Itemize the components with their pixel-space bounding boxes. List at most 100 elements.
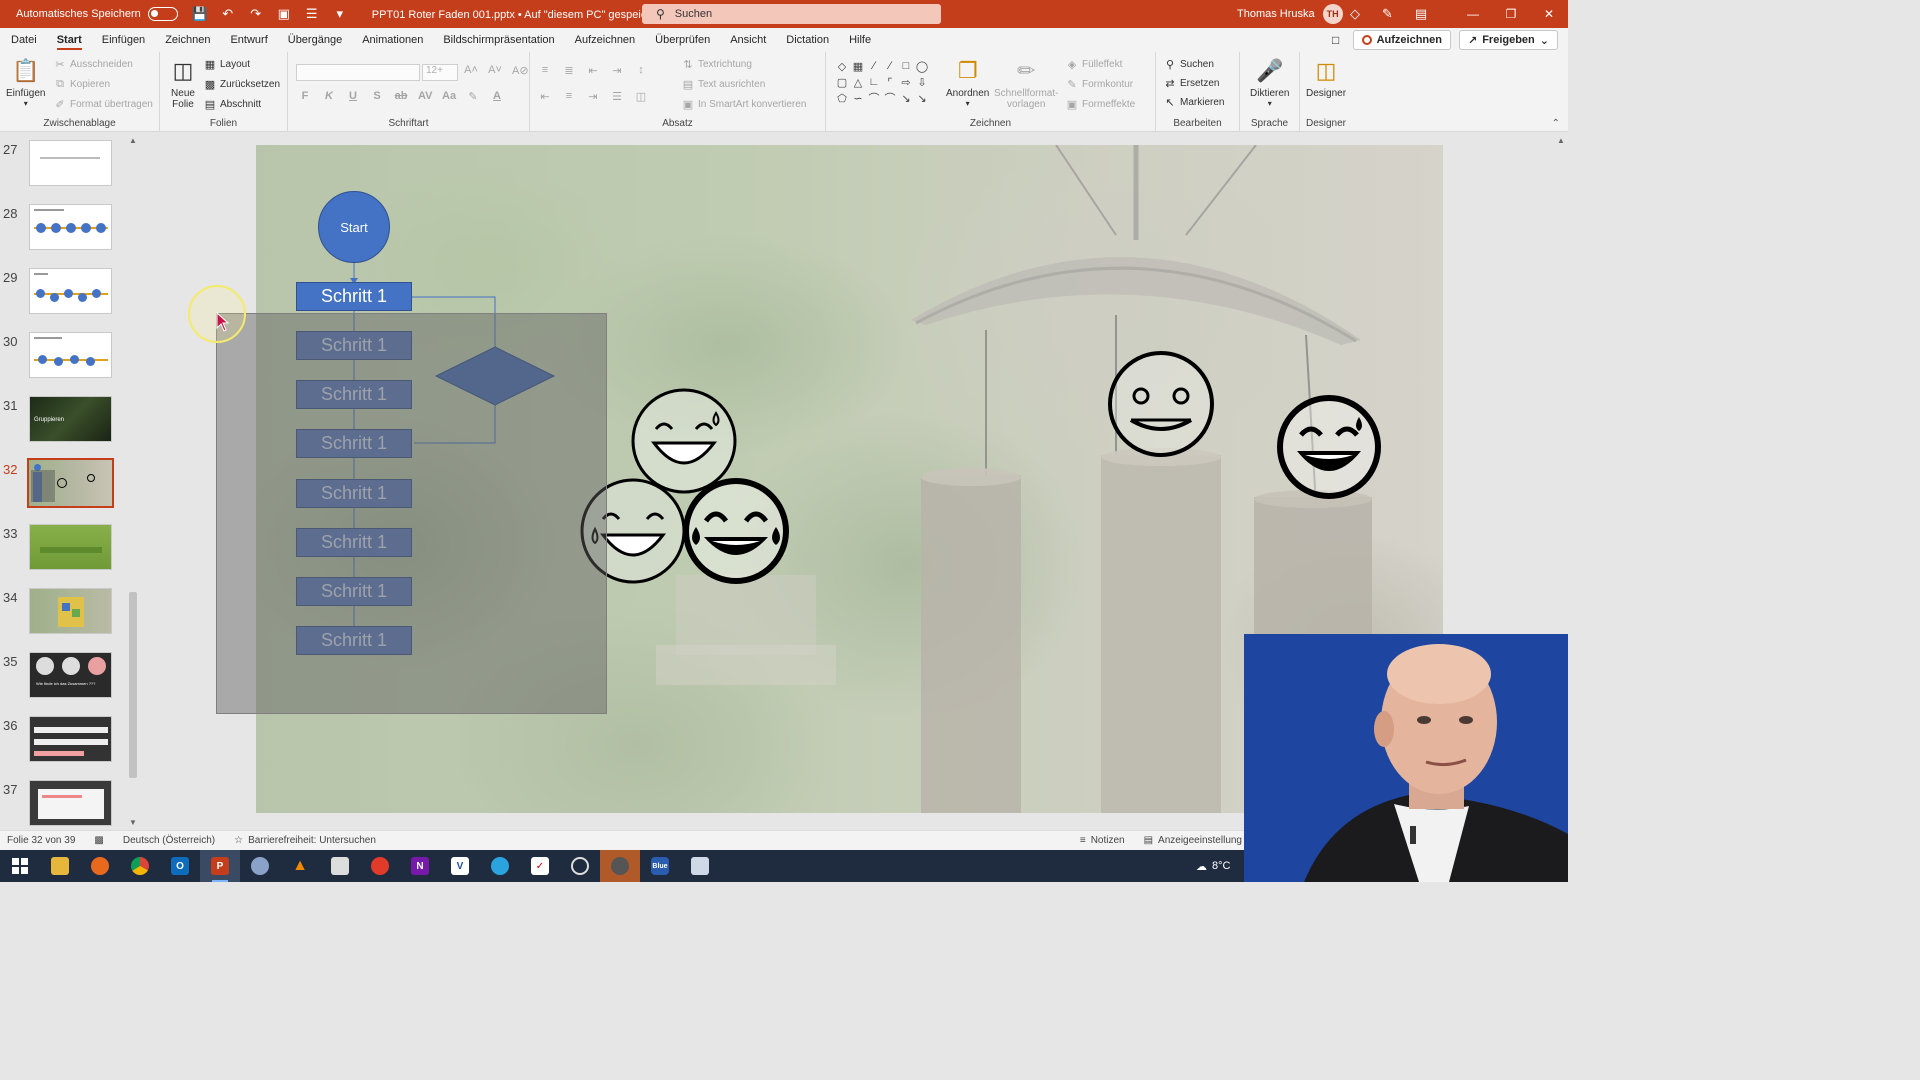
highlight-icon[interactable]: ✎ [466,90,480,103]
redo-icon[interactable]: ↷ [248,6,264,22]
increase-indent-icon[interactable]: ⇥ [610,64,624,77]
tab-ueberpruefen[interactable]: Überprüfen [645,28,720,52]
arrow-right-shape-icon[interactable]: ⇨ [898,74,914,90]
char-spacing-icon[interactable]: AV [418,90,432,103]
touch-mode-icon[interactable]: ☰ [304,6,320,22]
undo-icon[interactable]: ↶ [220,6,236,22]
slide-thumbnail-34[interactable]: 34 [0,588,128,638]
collapse-ribbon-icon[interactable]: ⌃ [1552,118,1560,129]
shadow-button[interactable]: S [370,90,384,103]
ribbon-display-icon[interactable]: ▤ [1415,6,1427,22]
tab-einfuegen[interactable]: Einfügen [92,28,155,52]
app-icon[interactable]: ✓ [520,850,560,882]
slide-thumbnail-29[interactable]: 29 [0,268,128,318]
clear-format-icon[interactable]: A⊘ [512,64,529,77]
designer-button[interactable]: ◫ Designer [1306,56,1346,99]
cut-button[interactable]: ✂ Ausschneiden [54,58,132,71]
present-icon[interactable]: ▣ [276,6,292,22]
diamond-shape-icon[interactable]: ◇ [834,58,850,74]
autosave-toggle[interactable] [147,7,178,21]
font-color-icon[interactable]: A [490,90,504,103]
slide-thumbnail-33[interactable]: 33 [0,524,128,574]
format-painter-button[interactable]: ✐ Format übertragen [54,98,152,111]
italic-button[interactable]: K [322,90,336,103]
slide-thumbnail-36[interactable]: 36 [0,716,128,766]
telegram-icon[interactable] [480,850,520,882]
app-icon[interactable] [320,850,360,882]
shape-outline-button[interactable]: ✎ Formkontur [1066,78,1133,91]
tab-start[interactable]: Start [47,28,92,52]
freeform-shape-icon[interactable]: ∽ [850,90,866,106]
tab-bildschirmpraesentation[interactable]: Bildschirmpräsentation [433,28,564,52]
comment-icon[interactable]: □ [1327,32,1345,48]
font-family-select[interactable] [296,64,420,81]
align-left-icon[interactable]: ⇤ [538,90,552,103]
tab-zeichnen[interactable]: Zeichnen [155,28,220,52]
diamond-icon[interactable]: ◇ [1350,6,1360,22]
shape-fill-button[interactable]: ◈ Fülleffekt [1066,58,1123,71]
tab-uebergaenge[interactable]: Übergänge [278,28,352,52]
file-explorer-icon[interactable] [40,850,80,882]
textbox-shape-icon[interactable]: ▦ [850,58,866,74]
app-icon[interactable] [240,850,280,882]
spellcheck-status[interactable]: ▩ [94,835,103,846]
new-slide-button[interactable]: ◫ Neue Folie [168,56,198,110]
tab-hilfe[interactable]: Hilfe [839,28,881,52]
grow-font-icon[interactable]: A˄ [464,64,478,77]
decrease-indent-icon[interactable]: ⇤ [586,64,600,77]
slide-thumbnail-37[interactable]: 37 [0,780,128,830]
user-account[interactable]: Thomas Hruska TH [1237,0,1343,28]
align-text-button[interactable]: ▤ Text ausrichten [682,78,765,91]
powerpoint-icon[interactable]: P [200,850,240,882]
obs-icon[interactable] [600,850,640,882]
slide-thumbnail-31[interactable]: 31 Gruppieren [0,396,128,446]
close-icon[interactable]: ✕ [1530,0,1568,28]
notes-button[interactable]: ≡ Notizen [1080,835,1125,846]
smartart-button[interactable]: ▣ In SmartArt konvertieren [682,98,807,111]
avatar[interactable]: TH [1322,4,1343,24]
vlc-icon[interactable]: ▲ [280,850,320,882]
arrow-down-shape-icon[interactable]: ⇩ [914,74,930,90]
pen-icon[interactable]: ✎ [1382,6,1393,22]
firefox-icon[interactable] [80,850,120,882]
pentagon-shape-icon[interactable]: ⬠ [834,90,850,106]
onenote-icon[interactable]: N [400,850,440,882]
language-status[interactable]: Deutsch (Österreich) [123,835,215,846]
bold-button[interactable]: F [298,90,312,103]
oval-shape-icon[interactable]: ◯ [914,58,930,74]
thumbnail-scrollbar[interactable]: ▲ ▼ [127,132,139,830]
chrome-icon[interactable] [120,850,160,882]
weather-widget[interactable]: ☁ 8°C [1196,850,1230,882]
tab-aufzeichnen[interactable]: Aufzeichnen [565,28,646,52]
section-button[interactable]: ▤ Abschnitt [204,98,261,111]
layout-button[interactable]: ▦ Layout [204,58,250,71]
search-input[interactable]: ⚲ Suchen [642,4,941,24]
tab-datei[interactable]: Datei [0,28,47,52]
arc-shape-icon[interactable]: ⌒ [882,90,898,106]
slide-thumbnail-28[interactable]: 28 [0,204,128,254]
columns-icon[interactable]: ◫ [634,90,648,103]
strikethrough-icon[interactable]: ab [394,90,408,103]
align-center-icon[interactable]: ≡ [562,90,576,103]
slide-thumbnail-32[interactable]: 32 [0,458,128,510]
numbering-icon[interactable]: ≣ [562,64,576,77]
arrow-line-shape-icon[interactable]: ↘ [914,90,930,106]
arrange-button[interactable]: ❐ Anordnen ▾ [946,56,989,108]
minimize-icon[interactable]: — [1454,0,1492,28]
shrink-font-icon[interactable]: A˅ [488,64,502,77]
triangle-shape-icon[interactable]: △ [850,74,866,90]
customize-icon[interactable]: ▾ [332,6,348,22]
copy-button[interactable]: ⧉ Kopieren [54,78,110,91]
tab-ansicht[interactable]: Ansicht [720,28,776,52]
replace-button[interactable]: ⇄ Ersetzen [1164,77,1219,90]
autosave-control[interactable]: Automatisches Speichern [16,7,178,21]
tab-dictation[interactable]: Dictation [776,28,839,52]
underline-button[interactable]: U [346,90,360,103]
app-icon[interactable]: Blue [640,850,680,882]
curve-shape-icon[interactable]: ⌒ [866,90,882,106]
elbow-shape-icon[interactable]: ⌜ [882,74,898,90]
find-button[interactable]: ⚲ Suchen [1164,58,1214,71]
rounded-rect-shape-icon[interactable]: ▢ [834,74,850,90]
connector-shape-icon[interactable]: ∟ [866,74,882,90]
line-spacing-icon[interactable]: ↕ [634,64,648,77]
